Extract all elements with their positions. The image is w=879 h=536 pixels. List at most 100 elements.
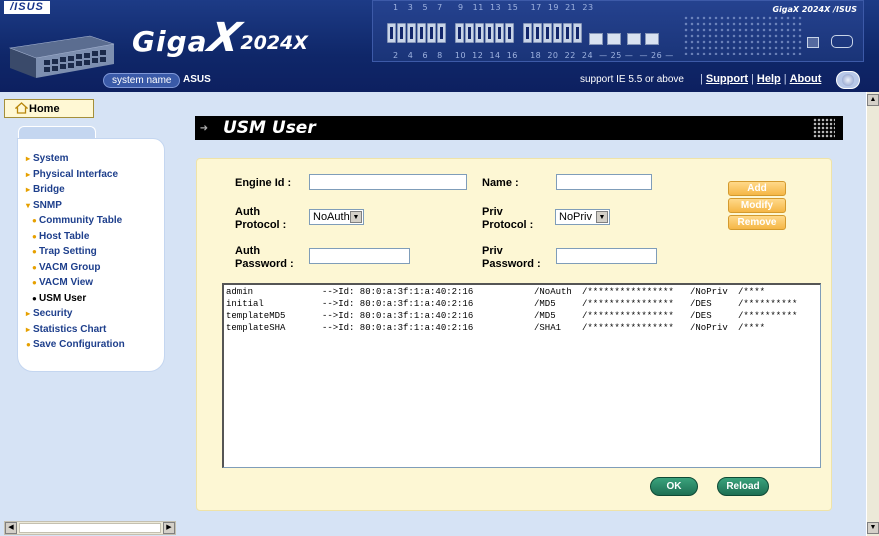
vertical-scrollbar[interactable]: ▲ ▼ [866,92,879,536]
system-name-value: ASUS [183,74,211,85]
list-item[interactable]: templateSHA -->Id: 80:0:a:3f:1:a:40:2:16 /… [224,322,820,334]
auth-protocol-label-line2: Protocol : [235,219,287,231]
scroll-right-icon[interactable]: ▶ [163,522,175,534]
port[interactable] [505,23,514,43]
sidebar-item[interactable]: ● Save Configuration [26,337,125,353]
header-banner: /ISUS Giga X 2024X 1 3 5 7 9 11 13 15 17… [0,0,879,92]
list-item[interactable]: templateMD5 -->Id: 80:0:a:3f:1:a:40:2:16 /… [224,310,820,322]
header-knob-icon[interactable] [836,71,860,89]
chevron-down-icon[interactable]: ▼ [596,211,608,223]
uplink-port-26b[interactable] [645,33,659,45]
help-link[interactable]: Help [757,73,781,85]
list-item[interactable]: initial -->Id: 80:0:a:3f:1:a:40:2:16/MD5 /… [224,298,820,310]
port[interactable] [573,23,582,43]
name-input[interactable] [556,174,652,190]
port[interactable] [475,23,484,43]
port[interactable] [407,23,416,43]
auth-protocol-value: NoAuth [313,211,350,223]
port[interactable] [553,23,562,43]
uplink-port-25b[interactable] [607,33,621,45]
collapsed-arrow-icon: ▸ [26,309,31,318]
engine-id-input[interactable] [309,174,467,190]
priv-protocol-value: NoPriv [559,211,593,223]
modify-button[interactable]: Modify [728,198,786,213]
product-model: 2024X [240,32,308,54]
port[interactable] [563,23,572,43]
scroll-down-icon[interactable]: ▼ [867,522,879,534]
auth-protocol-label-line1: Auth [235,206,261,218]
mgmt-port[interactable] [807,37,819,48]
nav-panel-tab [18,126,96,138]
sidebar-item[interactable]: ▾ SNMP [26,198,125,214]
sidebar-item[interactable]: ● Trap Setting [26,244,125,260]
port[interactable] [495,23,504,43]
sidebar-item-label: Statistics Chart [33,323,107,335]
port[interactable] [523,23,532,43]
scroll-left-icon[interactable]: ◀ [5,522,17,534]
port[interactable] [485,23,494,43]
port[interactable] [427,23,436,43]
user-engine: -->Id: 80:0:a:3f:1:a:40:2:16 [322,287,474,297]
home-button[interactable]: Home [4,99,94,118]
console-port[interactable] [831,35,853,48]
link-separator: | [700,73,703,85]
scrollbar-thumb[interactable] [19,523,161,533]
sidebar-item[interactable]: ▸ Physical Interface [26,167,125,183]
product-name-x: X [203,15,245,61]
sidebar-item[interactable]: ▸ Statistics Chart [26,322,125,338]
about-link[interactable]: About [790,73,822,85]
name-label: Name : [482,177,519,189]
switch-front-panel: 1 3 5 7 9 11 13 15 17 19 21 23 2 4 6 8 1… [372,0,864,62]
sidebar-item[interactable]: ▸ System [26,151,125,167]
port[interactable] [387,23,396,43]
sidebar-item[interactable]: ● Host Table [26,229,125,245]
horizontal-scrollbar[interactable]: ◀ ▶ [4,521,176,535]
priv-password-label-line1: Priv [482,245,503,257]
sidebar-item[interactable]: ● VACM Group [26,260,125,276]
collapsed-arrow-icon: ▸ [26,185,31,194]
reload-button[interactable]: Reload [717,477,769,496]
panel-brand-label: GigaX 2024X /ISUS [772,5,857,14]
auth-password-input[interactable] [309,248,410,264]
sidebar-item[interactable]: ▸ Bridge [26,182,125,198]
scroll-up-icon[interactable]: ▲ [867,94,879,106]
port-numbers-top: 1 3 5 7 9 11 13 15 17 19 21 23 [393,3,594,12]
sidebar-item[interactable]: ● Community Table [26,213,125,229]
uplink-port-26a[interactable] [627,33,641,45]
port[interactable] [397,23,406,43]
port[interactable] [465,23,474,43]
priv-password-input[interactable] [556,248,657,264]
auth-protocol-select[interactable]: NoAuth ▼ [309,209,364,225]
port[interactable] [417,23,426,43]
usm-user-list[interactable]: admin -->Id: 80:0:a:3f:1:a:40:2:16/NoAuth… [222,283,821,468]
priv-protocol-select[interactable]: NoPriv ▼ [555,209,610,225]
add-button[interactable]: Add [728,181,786,196]
page-title: USM User [223,118,316,138]
uplink-port-25a[interactable] [589,33,603,45]
sidebar-item[interactable]: ● USM User [26,291,125,307]
support-link[interactable]: Support [706,73,748,85]
user-priv: /NoPriv [690,287,728,297]
link-separator: | [783,73,787,85]
sidebar-item-label: Host Table [39,230,90,242]
top-links: | Support | Help | About [700,73,821,85]
sidebar-item[interactable]: ▸ Security [26,306,125,322]
user-auth-pw: /**************** [582,299,674,309]
status-led-grid [683,15,803,55]
port[interactable] [543,23,552,43]
user-auth-pw: /**************** [582,323,674,333]
list-item[interactable]: admin -->Id: 80:0:a:3f:1:a:40:2:16/NoAuth… [224,286,820,298]
collapsed-arrow-icon: ▸ [26,154,31,163]
port[interactable] [437,23,446,43]
chevron-down-icon[interactable]: ▼ [350,211,362,223]
ok-button[interactable]: OK [650,477,698,496]
bullet-dot-icon: ● [32,293,37,303]
port[interactable] [455,23,464,43]
sidebar-item-label: Community Table [39,215,123,226]
user-name: templateSHA [226,323,286,333]
port-group-2 [455,23,514,43]
remove-button[interactable]: Remove [728,215,786,230]
product-name-giga: Giga [132,25,208,58]
sidebar-item[interactable]: ● VACM View [26,275,125,291]
port[interactable] [533,23,542,43]
